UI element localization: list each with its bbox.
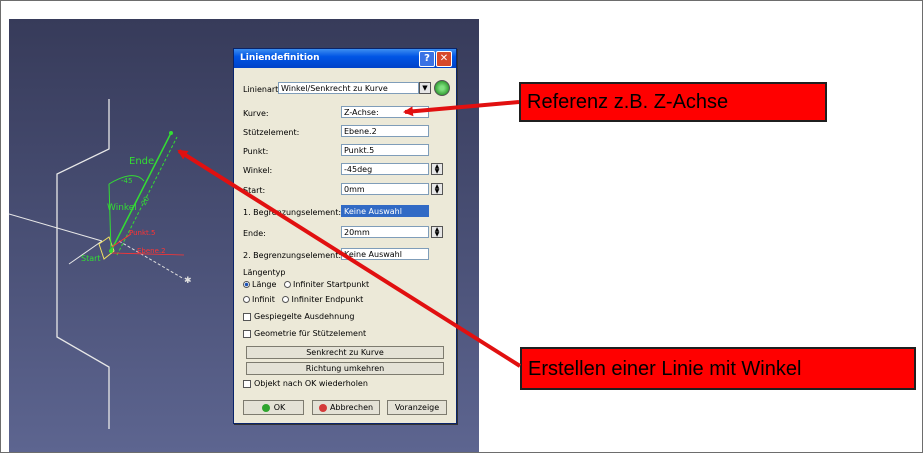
arrow-to-kurve bbox=[403, 100, 520, 117]
screenshot-frame: ✱ Ende Winkel Start -45 20 Punkt.5 Ebene… bbox=[0, 0, 923, 453]
annotation-arrows bbox=[177, 100, 522, 368]
arrow-to-line bbox=[177, 149, 522, 368]
